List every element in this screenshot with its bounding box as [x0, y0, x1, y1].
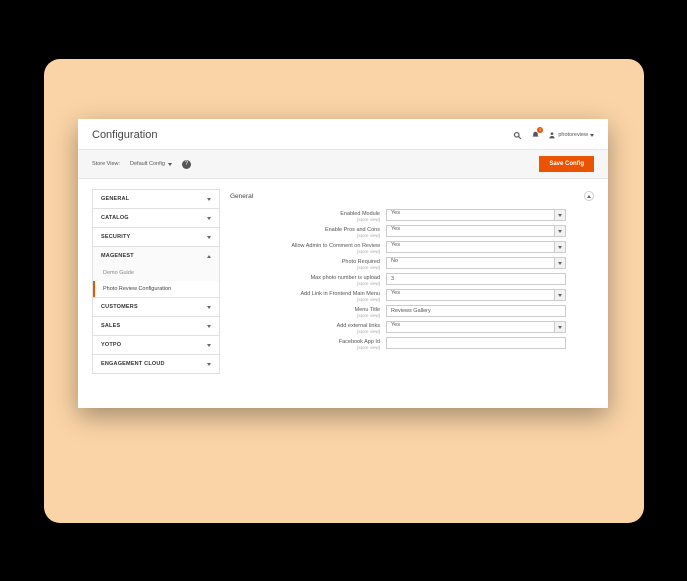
- sidebar-item-customers[interactable]: CUSTOMERS: [92, 297, 220, 316]
- sidebar-sub-photo-review-config[interactable]: Photo Review Configuration: [92, 281, 220, 297]
- account-username: photoreview: [558, 132, 588, 138]
- collapse-icon[interactable]: [584, 191, 594, 201]
- select-caret[interactable]: [555, 321, 566, 333]
- store-view-label: Store View:: [92, 161, 120, 167]
- field-menu-title: Menu Title [store view]: [230, 305, 594, 318]
- field-facebook-app-id: Facebook App Id [store view]: [230, 337, 594, 350]
- sidebar-item-magenest[interactable]: MAGENEST: [92, 246, 220, 265]
- add-external-links-select[interactable]: Yes: [386, 321, 555, 333]
- sidebar-item-general[interactable]: GENERAL: [92, 189, 220, 208]
- field-enable-pros-cons: Enable Pros and Cons [store view] Yes: [230, 225, 594, 238]
- chevron-down-icon: [207, 198, 211, 201]
- field-add-external-links: Add external links [store view] Yes: [230, 321, 594, 334]
- search-icon[interactable]: [512, 130, 522, 140]
- page-header: Configuration 2 photoreview: [78, 119, 608, 149]
- chevron-down-icon: [207, 217, 211, 220]
- sidebar-item-catalog[interactable]: CATALOG: [92, 208, 220, 227]
- sidebar-item-security[interactable]: SECURITY: [92, 227, 220, 246]
- help-icon[interactable]: ?: [182, 160, 191, 169]
- section-title: General: [230, 193, 253, 200]
- chevron-down-icon: [207, 325, 211, 328]
- toolbar: Store View: Default Config ? Save Config: [78, 149, 608, 179]
- chevron-down-icon: [168, 163, 172, 166]
- menu-title-input[interactable]: [386, 305, 566, 317]
- select-caret[interactable]: [555, 241, 566, 253]
- sidebar-sub-demo-guide[interactable]: Demo Guide: [92, 265, 220, 281]
- chevron-up-icon: [207, 255, 211, 258]
- body: GENERAL CATALOG SECURITY MAGENEST Demo G…: [78, 179, 608, 388]
- select-caret[interactable]: [555, 209, 566, 221]
- chevron-down-icon: [207, 363, 211, 366]
- sidebar-item-yotpo[interactable]: YOTPO: [92, 335, 220, 354]
- chevron-down-icon: [207, 306, 211, 309]
- notification-badge: 2: [537, 127, 543, 133]
- sidebar-item-sales[interactable]: SALES: [92, 316, 220, 335]
- field-max-photo-number: Max photo number is upload [store view]: [230, 273, 594, 286]
- select-caret[interactable]: [555, 257, 566, 269]
- chevron-down-icon: [590, 134, 594, 137]
- enabled-module-select[interactable]: Yes: [386, 209, 555, 221]
- account-menu[interactable]: photoreview: [548, 131, 594, 139]
- add-link-main-menu-select[interactable]: Yes: [386, 289, 555, 301]
- admin-panel: Configuration 2 photoreview Store View: [78, 119, 608, 408]
- allow-admin-comment-select[interactable]: Yes: [386, 241, 555, 253]
- notifications-icon[interactable]: 2: [530, 130, 540, 140]
- store-view-dropdown[interactable]: Default Config: [126, 159, 176, 169]
- max-photo-number-input[interactable]: [386, 273, 566, 285]
- select-caret[interactable]: [555, 289, 566, 301]
- page-title: Configuration: [92, 129, 157, 141]
- select-caret[interactable]: [555, 225, 566, 237]
- save-config-button[interactable]: Save Config: [539, 156, 594, 172]
- sidebar-item-engagement-cloud[interactable]: ENGAGEMENT CLOUD: [92, 354, 220, 374]
- section-header[interactable]: General: [230, 189, 594, 209]
- enable-pros-cons-select[interactable]: Yes: [386, 225, 555, 237]
- facebook-app-id-input[interactable]: [386, 337, 566, 349]
- field-allow-admin-comment: Allow Admin to Comment on Review [store …: [230, 241, 594, 254]
- photo-required-select[interactable]: No: [386, 257, 555, 269]
- form: Enabled Module [store view] Yes Enable P…: [230, 209, 594, 350]
- chevron-down-icon: [207, 236, 211, 239]
- chevron-up-icon: [587, 195, 591, 198]
- field-add-link-main-menu: Add Link in Frontend Main Menu [store vi…: [230, 289, 594, 302]
- store-view-value: Default Config: [130, 161, 165, 167]
- config-main: General Enabled Module [store view] Yes: [230, 189, 594, 374]
- header-actions: 2 photoreview: [512, 130, 594, 140]
- config-sidebar: GENERAL CATALOG SECURITY MAGENEST Demo G…: [92, 189, 220, 374]
- field-enabled-module: Enabled Module [store view] Yes: [230, 209, 594, 222]
- field-photo-required: Photo Required [store view] No: [230, 257, 594, 270]
- chevron-down-icon: [207, 344, 211, 347]
